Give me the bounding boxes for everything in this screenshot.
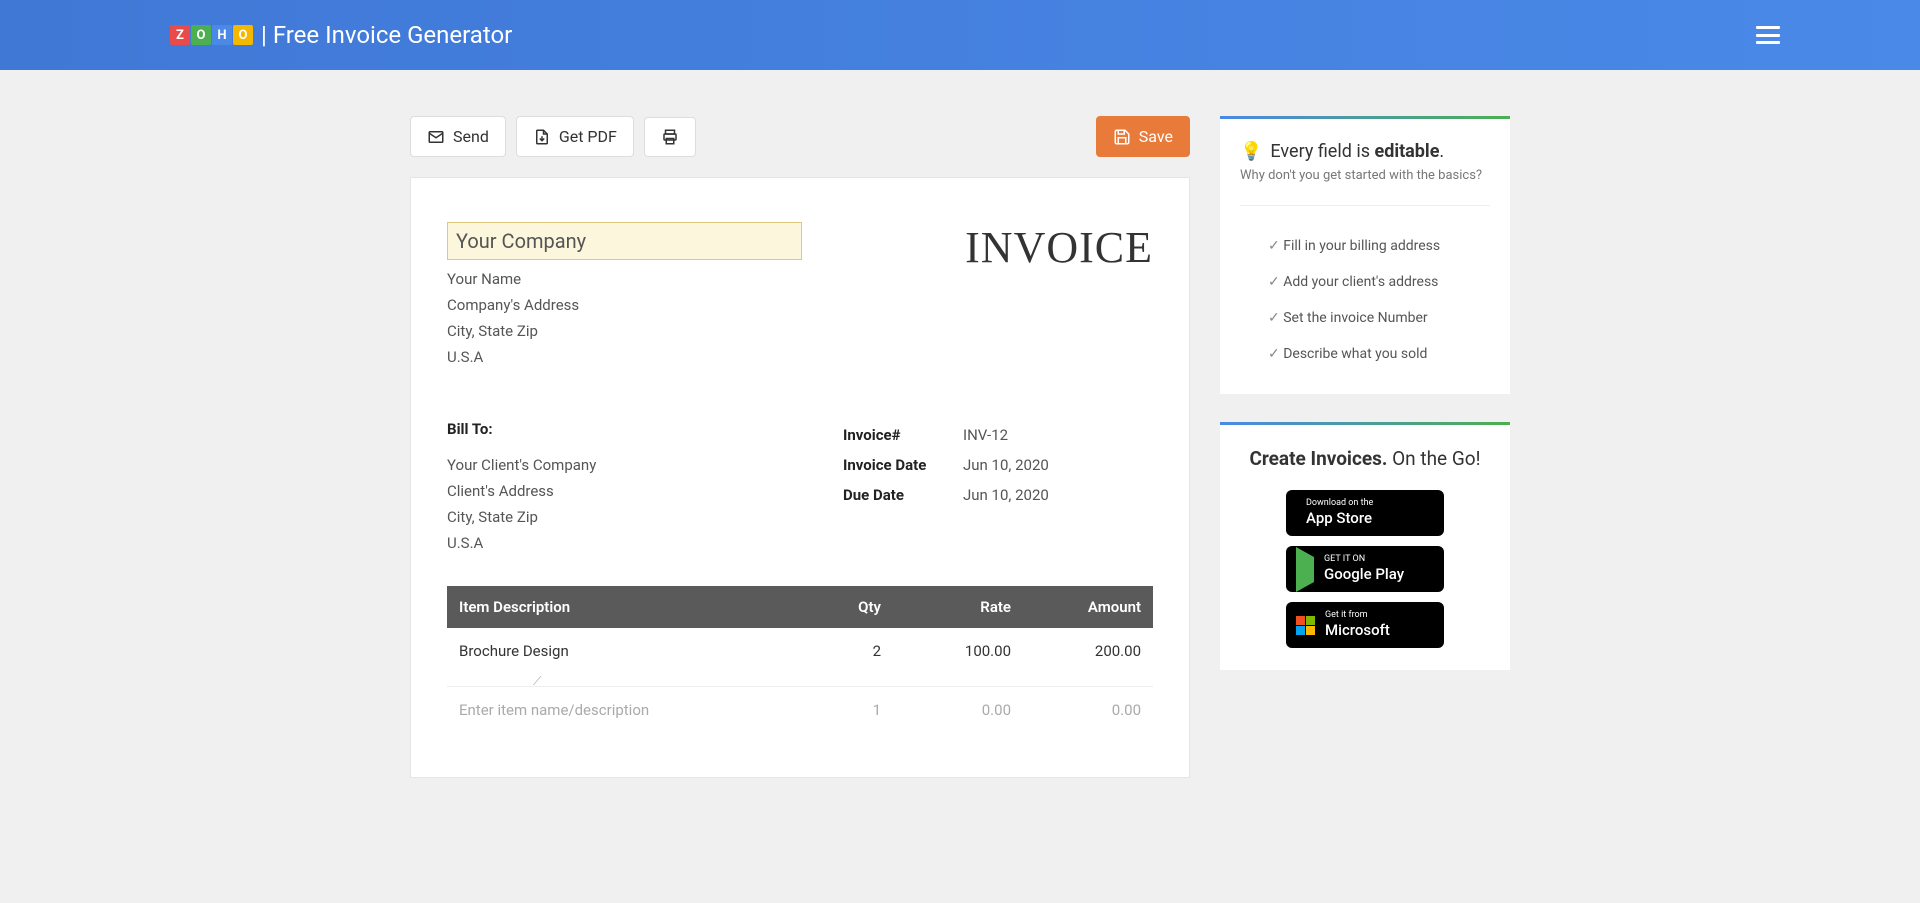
item-desc-placeholder[interactable]: Enter item name/description bbox=[447, 687, 783, 734]
invoice-meta: Invoice# INV-12 Invoice Date Jun 10, 202… bbox=[843, 420, 1153, 556]
google-play-badge[interactable]: GET IT ONGoogle Play bbox=[1286, 546, 1444, 592]
tips-card: 💡 Every field is editable. Why don't you… bbox=[1220, 116, 1510, 394]
item-qty-placeholder[interactable]: 1 bbox=[783, 687, 893, 734]
company-city-field[interactable]: City, State Zip bbox=[447, 318, 965, 344]
company-block: Your Name Company's Address City, State … bbox=[447, 222, 965, 370]
get-pdf-button[interactable]: Get PDF bbox=[516, 116, 634, 157]
due-date-value[interactable]: Jun 10, 2020 bbox=[963, 486, 1049, 504]
item-desc-cell[interactable]: Brochure Design⟋ bbox=[447, 628, 783, 687]
bulb-icon: 💡 bbox=[1240, 141, 1262, 162]
item-rate-cell[interactable]: 100.00 bbox=[893, 628, 1023, 687]
print-button[interactable] bbox=[644, 117, 696, 157]
google-play-icon bbox=[1296, 557, 1314, 582]
item-qty-cell[interactable]: 2 bbox=[783, 628, 893, 687]
due-date-label: Due Date bbox=[843, 486, 963, 504]
table-row: Brochure Design⟋ 2 100.00 200.00 bbox=[447, 628, 1153, 687]
company-name-input[interactable] bbox=[447, 222, 802, 260]
col-description: Item Description bbox=[447, 586, 783, 628]
item-amount-cell: 200.00 bbox=[1023, 628, 1153, 687]
save-button[interactable]: Save bbox=[1096, 116, 1190, 157]
microsoft-store-badge[interactable]: Get it fromMicrosoft bbox=[1286, 602, 1444, 648]
client-country-field[interactable]: U.S.A bbox=[447, 530, 843, 556]
items-table: Item Description Qty Rate Amount Brochur… bbox=[447, 586, 1153, 733]
promo-heading: Create Invoices. On the Go! bbox=[1240, 447, 1490, 470]
pdf-icon bbox=[533, 128, 551, 146]
tips-subtext: Why don't you get started with the basic… bbox=[1240, 168, 1490, 206]
client-city-field[interactable]: City, State Zip bbox=[447, 504, 843, 530]
get-pdf-label: Get PDF bbox=[559, 127, 617, 146]
promo-card: Create Invoices. On the Go! Download on … bbox=[1220, 422, 1510, 670]
save-label: Save bbox=[1139, 127, 1173, 146]
client-address-field[interactable]: Client's Address bbox=[447, 478, 843, 504]
tips-checklist: Fill in your billing address Add your cl… bbox=[1240, 228, 1490, 372]
send-label: Send bbox=[453, 127, 489, 146]
microsoft-icon bbox=[1296, 616, 1315, 635]
bill-to-label: Bill To: bbox=[447, 420, 843, 438]
table-row-placeholder: Enter item name/description 1 0.00 0.00 bbox=[447, 687, 1153, 734]
item-amount-placeholder: 0.00 bbox=[1023, 687, 1153, 734]
invoice-number-value[interactable]: INV-12 bbox=[963, 426, 1008, 444]
invoice-title: INVOICE bbox=[965, 222, 1153, 273]
item-rate-placeholder[interactable]: 0.00 bbox=[893, 687, 1023, 734]
header-brand: ZOHO | Free Invoice Generator bbox=[170, 21, 512, 49]
bill-to-block: Bill To: Your Client's Company Client's … bbox=[447, 420, 843, 556]
tips-heading: 💡 Every field is editable. bbox=[1240, 141, 1490, 162]
col-qty: Qty bbox=[783, 586, 893, 628]
tip-item: Describe what you sold bbox=[1268, 336, 1490, 372]
invoice-date-label: Invoice Date bbox=[843, 456, 963, 474]
app-header: ZOHO | Free Invoice Generator bbox=[0, 0, 1920, 70]
hamburger-menu-icon[interactable] bbox=[1756, 26, 1780, 44]
invoice-date-value[interactable]: Jun 10, 2020 bbox=[963, 456, 1049, 474]
zoho-logo: ZOHO bbox=[170, 25, 253, 45]
tip-item: Fill in your billing address bbox=[1268, 228, 1490, 264]
your-name-field[interactable]: Your Name bbox=[447, 266, 965, 292]
app-store-badge[interactable]: Download on theApp Store bbox=[1286, 490, 1444, 536]
company-country-field[interactable]: U.S.A bbox=[447, 344, 965, 370]
invoice-number-label: Invoice# bbox=[843, 426, 963, 444]
print-icon bbox=[661, 128, 679, 146]
save-icon bbox=[1113, 128, 1131, 146]
send-button[interactable]: Send bbox=[410, 116, 506, 157]
toolbar: Send Get PDF Save bbox=[410, 116, 1190, 157]
resize-handle-icon[interactable]: ⟋ bbox=[533, 674, 543, 684]
tip-item: Set the invoice Number bbox=[1268, 300, 1490, 336]
company-address-field[interactable]: Company's Address bbox=[447, 292, 965, 318]
col-amount: Amount bbox=[1023, 586, 1153, 628]
col-rate: Rate bbox=[893, 586, 1023, 628]
client-company-field[interactable]: Your Client's Company bbox=[447, 452, 843, 478]
header-title: | Free Invoice Generator bbox=[261, 21, 512, 49]
tip-item: Add your client's address bbox=[1268, 264, 1490, 300]
invoice-card: Your Name Company's Address City, State … bbox=[410, 177, 1190, 778]
mail-icon bbox=[427, 128, 445, 146]
